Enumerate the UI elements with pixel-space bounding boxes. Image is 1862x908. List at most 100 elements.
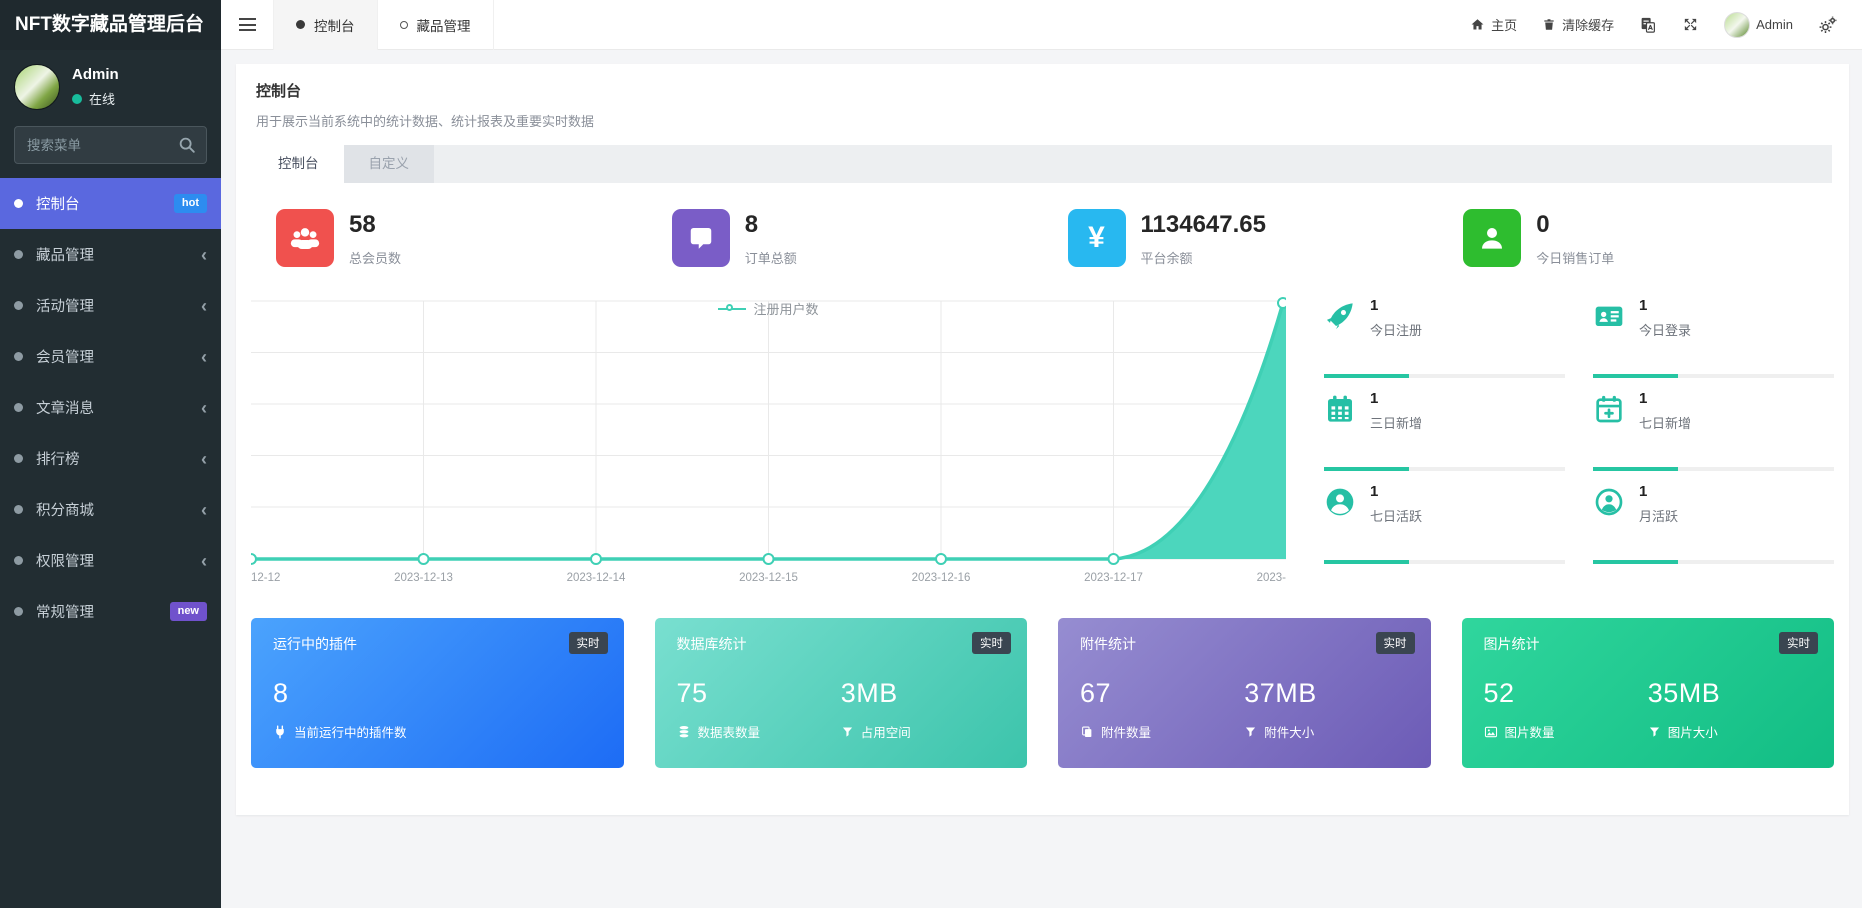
x-tick: 2023-12-17 — [1084, 572, 1143, 584]
calendar-icon — [1328, 395, 1352, 422]
yen-icon: ¥ — [1088, 221, 1105, 254]
card-title: 数据库统计 — [676, 636, 747, 652]
image-icon — [1484, 726, 1497, 737]
stat-today-sales: 0 今日销售订单 — [1438, 209, 1834, 267]
chart-legend[interactable]: 注册用户数 — [251, 299, 1286, 318]
card-running-plugins: 运行中的插件 实时 8 当前运行中的插件数 — [251, 618, 624, 768]
trash-icon — [1544, 19, 1554, 30]
realtime-badge: 实时 — [1375, 632, 1415, 654]
circle-icon — [14, 199, 23, 208]
card-value: 75 — [676, 678, 708, 708]
quick-stat-label: 七日新增 — [1639, 416, 1692, 431]
circle-icon — [14, 505, 23, 514]
sidebar-item-collections[interactable]: 藏品管理 ‹ — [0, 229, 221, 280]
sidebar-menu: 控制台 hot 藏品管理 ‹ 活动管理 ‹ 会员管理 ‹ 文章消息 ‹ 排行榜 … — [0, 178, 221, 637]
fullscreen-icon[interactable] — [1682, 16, 1699, 33]
filled-circle-icon — [296, 20, 305, 29]
card-foot-label: 图片数量 — [1504, 726, 1555, 740]
x-tick: 2023-12-15 — [739, 572, 798, 584]
card-value: 37MB — [1244, 678, 1317, 708]
users-icon — [290, 228, 320, 250]
user-name: Admin — [72, 66, 119, 83]
quick-stat-label: 今日注册 — [1370, 323, 1423, 338]
stat-value: 8 — [744, 211, 759, 238]
quick-stat-month-active: 1 月活跃 — [1593, 483, 1834, 571]
card-foot-label: 附件数量 — [1101, 726, 1152, 740]
stats-row: 58 总会员数 8 订单总额 ¥ 1134647.65 平台余额 0 今日销售订… — [251, 209, 1834, 267]
stat-label: 平台余额 — [1140, 251, 1193, 266]
sidebar-item-ranking[interactable]: 排行榜 ‹ — [0, 433, 221, 484]
legend-marker-icon — [718, 303, 747, 314]
card-title: 图片统计 — [1483, 636, 1540, 652]
summary-cards: 运行中的插件 实时 8 当前运行中的插件数 数据库统计 实时 75 3MB 数据… — [251, 618, 1834, 768]
filter-icon — [1246, 727, 1256, 737]
card-title: 运行中的插件 — [273, 636, 357, 652]
sidebar-item-activities[interactable]: 活动管理 ‹ — [0, 280, 221, 331]
main-content: 控制台 用于展示当前系统中的统计数据、统计报表及重要实时数据 控制台 自定义 5… — [221, 50, 1862, 908]
sidebar-item-articles[interactable]: 文章消息 ‹ — [0, 382, 221, 433]
id-card-icon — [1595, 306, 1623, 326]
progress-bar — [1324, 374, 1565, 378]
progress-bar — [1593, 560, 1834, 564]
sidebar-item-console[interactable]: 控制台 hot — [0, 178, 221, 229]
topbar-tab-console[interactable]: 控制台 — [273, 0, 378, 50]
progress-bar — [1324, 467, 1565, 471]
settings-gears-icon[interactable] — [1818, 15, 1838, 35]
stat-value: 0 — [1536, 211, 1550, 238]
clear-cache-button[interactable]: 清除缓存 — [1542, 15, 1614, 34]
card-foot-label: 占用空间 — [860, 726, 911, 740]
chevron-left-icon: ‹ — [201, 295, 207, 316]
stat-value: 1134647.65 — [1140, 211, 1266, 238]
x-tick: 12-12 — [251, 572, 281, 584]
tab-custom[interactable]: 自定义 — [343, 145, 434, 183]
card-attachment-stats: 附件统计 实时 67 37MB 附件数量 附件大小 — [1058, 618, 1431, 768]
sidebar-item-permissions[interactable]: 权限管理 ‹ — [0, 535, 221, 586]
quick-stat-label: 七日活跃 — [1370, 509, 1423, 524]
sidebar-item-members[interactable]: 会员管理 ‹ — [0, 331, 221, 382]
sidebar-item-label: 会员管理 — [36, 350, 94, 366]
home-button[interactable]: 主页 — [1470, 15, 1517, 34]
card-value: 3MB — [840, 678, 898, 708]
card-foot-label: 当前运行中的插件数 — [294, 726, 407, 740]
clear-cache-label: 清除缓存 — [1562, 18, 1615, 33]
sidebar-item-label: 权限管理 — [36, 554, 94, 570]
card-value: 67 — [1080, 678, 1112, 708]
sidebar-item-label: 排行榜 — [36, 452, 80, 468]
circle-icon — [14, 352, 23, 361]
circle-icon — [14, 556, 23, 565]
content-tabs: 控制台 自定义 — [253, 145, 1832, 183]
open-circle-icon — [399, 20, 408, 29]
chevron-left-icon: ‹ — [201, 346, 207, 367]
card-foot-label: 图片大小 — [1667, 726, 1718, 740]
chart-plot-area — [251, 297, 1286, 565]
x-tick: 2023-12-16 — [911, 572, 971, 584]
quick-stat-today-login: 1 今日登录 — [1593, 297, 1834, 385]
quick-stat-value: 1 — [1639, 483, 1648, 500]
topbar: 控制台 藏品管理 主页 清除缓存 Admin — [221, 0, 1862, 50]
avatar[interactable] — [14, 64, 60, 110]
realtime-badge: 实时 — [568, 632, 608, 654]
chevron-left-icon: ‹ — [201, 448, 207, 469]
tab-console[interactable]: 控制台 — [253, 145, 344, 183]
topbar-username: Admin — [1756, 17, 1793, 32]
topbar-tab-collections[interactable]: 藏品管理 — [378, 0, 494, 50]
legend-label: 注册用户数 — [753, 302, 819, 317]
sidebar-item-points-mall[interactable]: 积分商城 ‹ — [0, 484, 221, 535]
sidebar-item-general[interactable]: 常规管理 new — [0, 586, 221, 637]
hamburger-menu-icon[interactable] — [221, 0, 273, 50]
user-menu[interactable]: Admin — [1724, 11, 1793, 38]
new-badge: new — [169, 602, 207, 621]
quick-stat-label: 三日新增 — [1370, 416, 1423, 431]
search-icon[interactable] — [177, 135, 197, 155]
card-value: 35MB — [1647, 678, 1721, 708]
database-icon — [679, 725, 688, 737]
filter-icon — [842, 727, 852, 737]
avatar — [1724, 11, 1751, 38]
card-foot-label: 数据表数量 — [697, 726, 761, 740]
topbar-tab-label: 藏品管理 — [416, 18, 471, 34]
app-title: NFT数字藏品管理后台 — [0, 0, 221, 50]
user-panel: Admin 在线 — [0, 50, 221, 122]
home-icon — [1471, 19, 1484, 30]
card-value: 8 — [273, 678, 289, 708]
translate-icon[interactable] — [1639, 16, 1657, 34]
